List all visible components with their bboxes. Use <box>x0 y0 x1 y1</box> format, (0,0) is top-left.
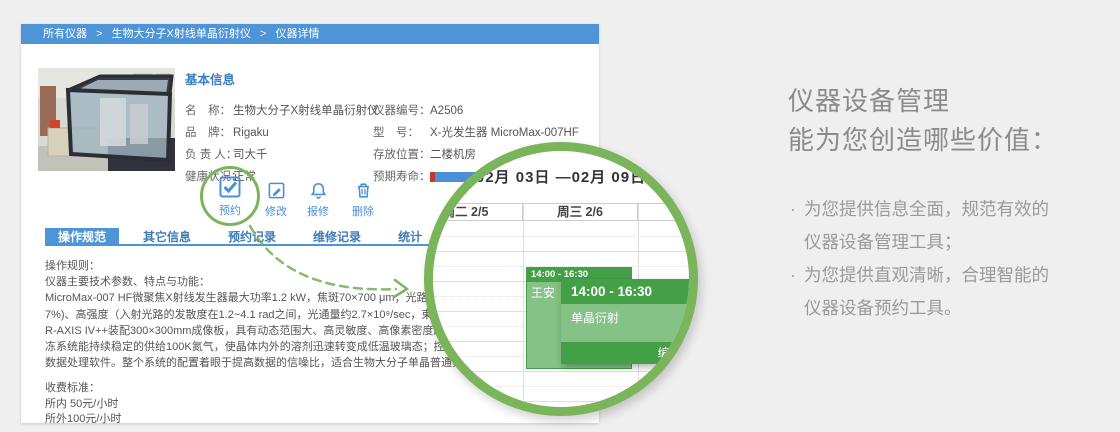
field-label-location: 存放位置： <box>373 149 431 161</box>
field-value-name: 生物大分子X射线单晶衍射仪 <box>233 105 379 117</box>
repair-bell-icon <box>310 182 326 199</box>
promo-bullet-2-line2: 仪器设备预约工具。 <box>804 298 962 318</box>
breadcrumb: 所有仪器 > 生物大分子X射线单晶衍射仪 > 仪器详情 <box>21 24 599 44</box>
field-value-code: A2506 <box>430 105 464 117</box>
edit-button[interactable]: 修改 <box>265 181 287 219</box>
breadcrumb-separator: > <box>96 28 103 40</box>
tab-statistics[interactable]: 统计 <box>385 228 435 244</box>
calendar-week-range: 02月 03日 —02月 09日 <box>475 169 647 186</box>
promo-bullet-1-line1: 为您提供信息全面，规范有效的 <box>804 199 1049 219</box>
promo-bullet-2-line1: 为您提供直观清晰，合理智能的 <box>804 265 1049 285</box>
field-label-brand: 品 牌： <box>185 127 231 139</box>
calendar-magnifier: 02月 03日 —02月 09日 周二 2/5 周三 2/6 周四 14:00 … <box>424 142 698 416</box>
reserve-label: 预约 <box>219 205 241 217</box>
bullet-dot: · <box>790 265 796 285</box>
delete-label: 删除 <box>352 206 374 218</box>
promo-bullets: · 为您提供信息全面，规范有效的 仪器设备管理工具； · 为您提供直观清晰，合理… <box>788 193 1058 325</box>
promo-bullet-1-line2: 仪器设备管理工具； <box>804 232 962 252</box>
field-value-brand: Rigaku <box>233 127 269 139</box>
field-value-model: X-光发生器 MicroMax-007HF <box>430 127 579 139</box>
breadcrumb-instrument[interactable]: 生物大分子X射线单晶衍射仪 <box>112 28 251 40</box>
calendar-grid-row <box>433 222 689 252</box>
breadcrumb-all-instruments[interactable]: 所有仪器 <box>43 28 87 40</box>
reserve-checkbox-icon <box>219 176 241 198</box>
repair-label: 报修 <box>307 206 329 218</box>
repair-button[interactable]: 报修 <box>307 181 329 219</box>
event-popup: 14:00 - 16:30 单晶衍射 编辑 取消 <box>561 279 689 364</box>
tab-operation-rules[interactable]: 操作规范 <box>45 228 120 244</box>
reserve-button[interactable]: 预约 <box>218 175 242 218</box>
info-row-brand: 品 牌： Rigaku 型 号： X-光发生器 MicroMax-007HF <box>185 122 605 144</box>
promo-title-line1: 仪器设备管理 <box>788 86 951 116</box>
field-label-manager: 负 责 人： <box>185 149 238 161</box>
delete-trash-icon <box>357 183 369 198</box>
popup-actions: 编辑 取消 <box>561 342 689 364</box>
calendar-column-line <box>523 203 524 407</box>
popup-time: 14:00 - 16:30 <box>561 279 689 304</box>
info-row-name: 名 称： 生物大分子X射线单晶衍射仪 仪器编号： A2506 <box>185 100 605 122</box>
promo-bullet-2: · 为您提供直观清晰，合理智能的 仪器设备预约工具。 <box>788 259 1058 325</box>
field-label-code: 仪器编号： <box>373 105 431 117</box>
reservation-calendar: 周二 2/5 周三 2/6 周四 14:00 - 16:30 王安 14:00 … <box>433 203 689 407</box>
fee-internal: 所内 50元/小时 <box>45 397 119 410</box>
fee-external: 所外100元/小时 <box>45 413 122 425</box>
fee-standard: 收费标准： 所内 50元/小时 所外100元/小时 <box>45 381 121 428</box>
calendar-grid-row <box>433 372 689 402</box>
promo-bullet-1: · 为您提供信息全面，规范有效的 仪器设备管理工具； <box>788 193 1058 259</box>
field-value-manager: 司大千 <box>233 149 268 161</box>
calendar-day-tue: 周二 2/5 <box>433 204 523 220</box>
field-label-model: 型 号： <box>373 127 419 139</box>
fee-title: 收费标准： <box>45 382 100 394</box>
edit-label: 修改 <box>265 206 287 218</box>
field-label-lifespan: 预期寿命： <box>373 171 431 183</box>
calendar-day-thu: 周四 <box>638 204 689 220</box>
tab-other-info[interactable]: 其它信息 <box>130 228 204 244</box>
field-value-location: 二楼机房 <box>430 149 476 161</box>
promo-title: 仪器设备管理 能为您创造哪些价值： <box>788 82 1058 160</box>
field-label-name: 名 称： <box>185 105 231 117</box>
equipment-photo <box>38 68 175 171</box>
calendar-day-header: 周二 2/5 周三 2/6 周四 <box>433 203 689 221</box>
promo-panel: 仪器设备管理 能为您创造哪些价值： · 为您提供信息全面，规范有效的 仪器设备管… <box>788 82 1058 325</box>
calendar-day-wed: 周三 2/6 <box>523 204 638 220</box>
breadcrumb-separator: > <box>259 28 267 40</box>
bullet-dot: · <box>790 199 796 219</box>
popup-event-name: 单晶衍射 <box>561 304 689 342</box>
edit-pencil-icon <box>268 182 284 199</box>
popup-edit-button[interactable]: 编辑 <box>658 346 682 360</box>
tab-reservation-records[interactable]: 预约记录 <box>215 228 289 244</box>
delete-button[interactable]: 删除 <box>352 181 374 219</box>
basic-info-title: 基本信息 <box>185 73 236 87</box>
tab-repair-records[interactable]: 维修记录 <box>300 228 374 244</box>
promo-title-line2: 能为您创造哪些价值： <box>788 125 1059 155</box>
breadcrumb-detail: 仪器详情 <box>275 28 320 40</box>
